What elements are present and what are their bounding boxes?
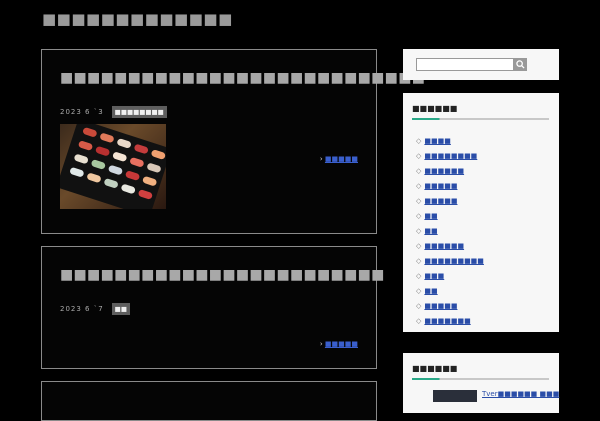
category-label: ■■: [424, 286, 438, 295]
post-title[interactable]: ■■■■■■■■■■■■■■■■■■■■■■■■■■■: [60, 70, 425, 86]
tag-icon: ◇: [416, 286, 422, 295]
category-item[interactable]: ◇ ■■■■: [416, 133, 484, 148]
title-underline: [412, 378, 549, 380]
category-item[interactable]: ◇ ■■■■■■■■: [416, 148, 484, 163]
search-input[interactable]: [416, 58, 515, 71]
category-label: ■■■■■: [424, 196, 458, 205]
chevron-right-icon: ›: [319, 340, 323, 348]
tag-icon: ◇: [416, 271, 422, 280]
post-thumbnail[interactable]: [60, 124, 166, 209]
category-item[interactable]: ◇ ■■■: [416, 268, 484, 283]
site-title[interactable]: ■■■■■■■■■■■■■: [42, 10, 233, 28]
category-label: ■■■■■■: [424, 166, 465, 175]
recent-post-thumbnail[interactable]: [433, 390, 477, 402]
widget-title: ■■■■■■: [412, 364, 458, 373]
recent-posts-widget: ■■■■■■ Tver■■■■■■ ■■■: [403, 353, 559, 413]
category-label: ■■■■■: [424, 181, 458, 190]
read-more-label: ■■■■■: [324, 155, 358, 163]
category-label: ■■■■: [424, 136, 451, 145]
post-date: 2023 6 `3: [60, 108, 104, 116]
tag-icon: ◇: [416, 226, 422, 235]
category-item[interactable]: ◇ ■■■■■■: [416, 238, 484, 253]
tag-icon: ◇: [416, 301, 422, 310]
tag-icon: ◇: [416, 136, 422, 145]
read-more-link[interactable]: › ■■■■■: [320, 340, 358, 348]
category-label: ■■■■■: [424, 301, 458, 310]
tag-icon: ◇: [416, 256, 422, 265]
read-more-label: ■■■■■: [324, 340, 358, 348]
category-item[interactable]: ◇ ■■: [416, 208, 484, 223]
category-label: ■■■: [424, 271, 445, 280]
category-label: ■■: [424, 211, 438, 220]
category-badge[interactable]: ■■■■■■■■: [111, 106, 167, 118]
widget-title: ■■■■■■: [412, 104, 458, 113]
category-list: ◇ ■■■■ ◇ ■■■■■■■■ ◇ ■■■■■■ ◇ ■■■■■ ◇ ■■■■■ ◇ ■…: [416, 133, 484, 328]
tag-icon: ◇: [416, 181, 422, 190]
post-date: 2023 6 `7: [60, 305, 104, 313]
tag-icon: ◇: [416, 211, 422, 220]
category-label: ■■■■■■■■■: [424, 256, 484, 265]
post-meta: 2023 6 `3 ■■■■■■■■: [60, 106, 167, 118]
category-label: ■■: [424, 226, 438, 235]
tag-icon: ◇: [416, 196, 422, 205]
sushi-tray-image: [60, 124, 166, 209]
categories-widget: ■■■■■■ ◇ ■■■■ ◇ ■■■■■■■■ ◇ ■■■■■■ ◇ ■■■■■ ◇ ■…: [403, 93, 559, 332]
post-card: ■■■■■■■■■■■■■■■■■■■■■■■■ 2023 6 `7 ■■ › …: [41, 246, 384, 369]
category-badge[interactable]: ■■: [111, 303, 130, 315]
category-item[interactable]: ◇ ■■: [416, 283, 484, 298]
tag-icon: ◇: [416, 241, 422, 250]
post-card: [41, 381, 377, 421]
search-button[interactable]: [513, 58, 527, 71]
category-label: ■■■■■■■: [424, 316, 471, 325]
category-label: ■■■■■■■■: [424, 151, 478, 160]
tag-icon: ◇: [416, 316, 422, 325]
read-more-link[interactable]: › ■■■■■: [320, 155, 358, 163]
post-meta: 2023 6 `7 ■■: [60, 303, 130, 315]
category-item[interactable]: ◇ ■■■■■■: [416, 163, 484, 178]
post-card: ■■■■■■■■■■■■■■■■■■■■■■■■■■■ 2023 6 `3 ■■…: [41, 49, 425, 234]
search-widget: [403, 49, 559, 80]
category-item[interactable]: ◇ ■■: [416, 223, 484, 238]
search-icon: [515, 60, 525, 69]
category-item[interactable]: ◇ ■■■■■■■: [416, 313, 484, 328]
title-underline: [412, 118, 549, 120]
tag-icon: ◇: [416, 166, 422, 175]
category-item[interactable]: ◇ ■■■■■: [416, 298, 484, 313]
recent-post-link[interactable]: Tver■■■■■■ ■■■: [482, 390, 559, 398]
category-label: ■■■■■■: [424, 241, 465, 250]
category-item[interactable]: ◇ ■■■■■: [416, 178, 484, 193]
post-title[interactable]: ■■■■■■■■■■■■■■■■■■■■■■■■: [60, 267, 385, 283]
category-item[interactable]: ◇ ■■■■■: [416, 193, 484, 208]
tag-icon: ◇: [416, 151, 422, 160]
chevron-right-icon: ›: [319, 155, 323, 163]
category-item[interactable]: ◇ ■■■■■■■■■: [416, 253, 484, 268]
